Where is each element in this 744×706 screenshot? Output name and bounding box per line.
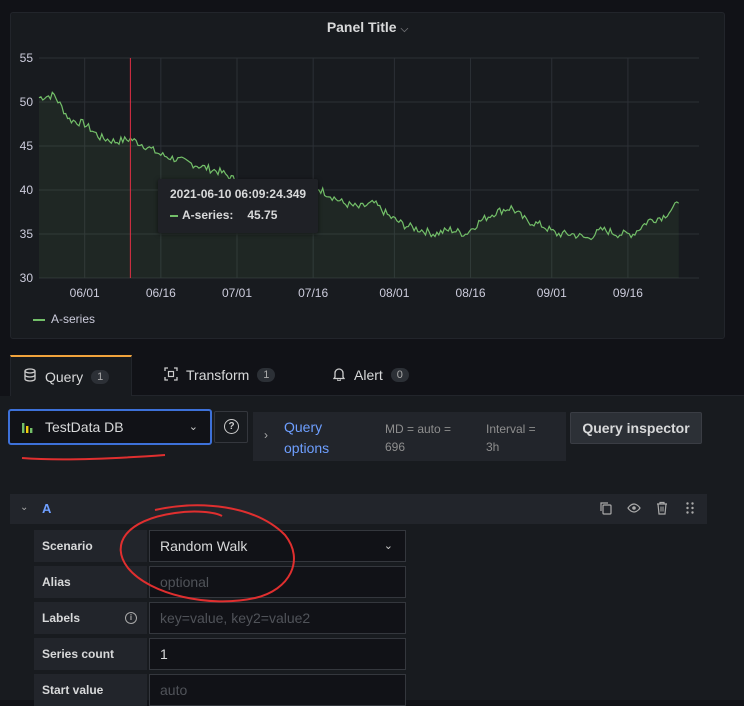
- bell-icon: [332, 367, 346, 384]
- alias-label: Alias: [34, 566, 147, 598]
- legend-label: A-series: [51, 312, 96, 326]
- query-options-label[interactable]: Query options: [284, 417, 344, 459]
- tab-transform[interactable]: Transform 1: [152, 355, 287, 395]
- query-row-header[interactable]: ⌄ A: [10, 494, 707, 524]
- chevron-right-icon: ›: [264, 428, 268, 442]
- start-value-input[interactable]: auto: [149, 674, 406, 706]
- tab-label: Alert: [354, 367, 383, 383]
- tooltip-value: 45.75: [247, 208, 278, 222]
- drag-handle-icon[interactable]: [683, 501, 697, 515]
- tab-count: 1: [91, 369, 110, 384]
- series-area-fill: [39, 92, 679, 278]
- datasource-picker[interactable]: TestData DB ⌄: [8, 409, 212, 445]
- editor-tabs: Query 1 Transform 1 Alert 0: [10, 355, 744, 396]
- eye-icon[interactable]: [627, 501, 641, 515]
- tab-label: Transform: [186, 367, 250, 383]
- copy-icon[interactable]: [599, 501, 613, 515]
- y-tick-label: 45: [20, 139, 34, 153]
- datasource-help-button[interactable]: ?: [214, 411, 248, 443]
- scenario-value: Random Walk: [160, 538, 248, 554]
- y-tick-label: 30: [20, 271, 34, 285]
- query-inspector-button[interactable]: Query inspector: [570, 412, 702, 444]
- y-tick-label: 50: [20, 95, 34, 109]
- testdata-icon: [22, 421, 34, 433]
- datasource-name: TestData DB: [45, 419, 124, 435]
- x-tick-label: 07/16: [298, 286, 328, 300]
- tab-alert[interactable]: Alert 0: [320, 355, 421, 395]
- collapse-chevron-icon[interactable]: ⌄: [20, 502, 28, 513]
- tab-count: 1: [257, 368, 276, 382]
- graph-panel: Panel Title ⌵ 30 35 40 45 50 55 06/01 06/16 07/01…: [10, 12, 725, 339]
- x-tick-label: 08/01: [379, 286, 409, 300]
- labels-label-text: Labels: [42, 611, 81, 625]
- x-tick-label: 06/16: [146, 286, 176, 300]
- trash-icon[interactable]: [655, 501, 669, 515]
- x-tick-label: 07/01: [222, 286, 252, 300]
- tooltip-swatch: [170, 214, 178, 217]
- tooltip-time: 2021-06-10 06:09:24.349: [170, 187, 307, 201]
- legend-swatch: [33, 318, 45, 321]
- tab-label: Query: [45, 368, 84, 385]
- series-count-label: Series count: [34, 638, 147, 670]
- y-tick-label: 55: [20, 51, 34, 65]
- transform-icon: [164, 366, 178, 384]
- y-tick-label: 35: [20, 227, 34, 241]
- database-icon: [23, 368, 37, 385]
- scenario-select[interactable]: Random Walk ⌄: [149, 530, 406, 562]
- series-count-input[interactable]: 1: [149, 638, 406, 670]
- interval-info: Interval = 3h: [486, 422, 536, 454]
- y-tick-label: 40: [20, 183, 34, 197]
- tooltip: 2021-06-10 06:09:24.349 A-series: 45.75: [158, 179, 318, 233]
- tab-count: 0: [390, 368, 409, 382]
- legend-item[interactable]: A-series: [33, 312, 95, 326]
- chevron-down-icon: ⌄: [383, 540, 393, 552]
- x-tick-label: 09/01: [537, 286, 567, 300]
- query-options[interactable]: › Query options MD = auto = 696 Interval…: [253, 412, 566, 461]
- labels-input[interactable]: key=value, key2=value2: [149, 602, 406, 634]
- x-tick-label: 09/16: [613, 286, 643, 300]
- question-circle-icon: ?: [224, 419, 239, 434]
- time-series-chart[interactable]: 30 35 40 45 50 55 06/01 06/16 07/01 07/16 08/01 08/…: [11, 13, 724, 338]
- info-icon[interactable]: i: [125, 612, 137, 624]
- tooltip-series-name: A-series:: [182, 208, 234, 222]
- chevron-down-icon: ⌄: [188, 421, 198, 433]
- tooltip-row: A-series: 45.75: [170, 208, 277, 222]
- query-ref-id[interactable]: A: [42, 501, 51, 516]
- scenario-label: Scenario: [34, 530, 147, 562]
- start-value-label: Start value: [34, 674, 147, 706]
- x-tick-label: 06/01: [70, 286, 100, 300]
- tab-query[interactable]: Query 1: [10, 355, 132, 396]
- max-data-points-info: MD = auto = 696: [385, 422, 452, 454]
- x-tick-label: 08/16: [456, 286, 486, 300]
- alias-input[interactable]: optional: [149, 566, 406, 598]
- labels-label: Labels i: [34, 602, 147, 634]
